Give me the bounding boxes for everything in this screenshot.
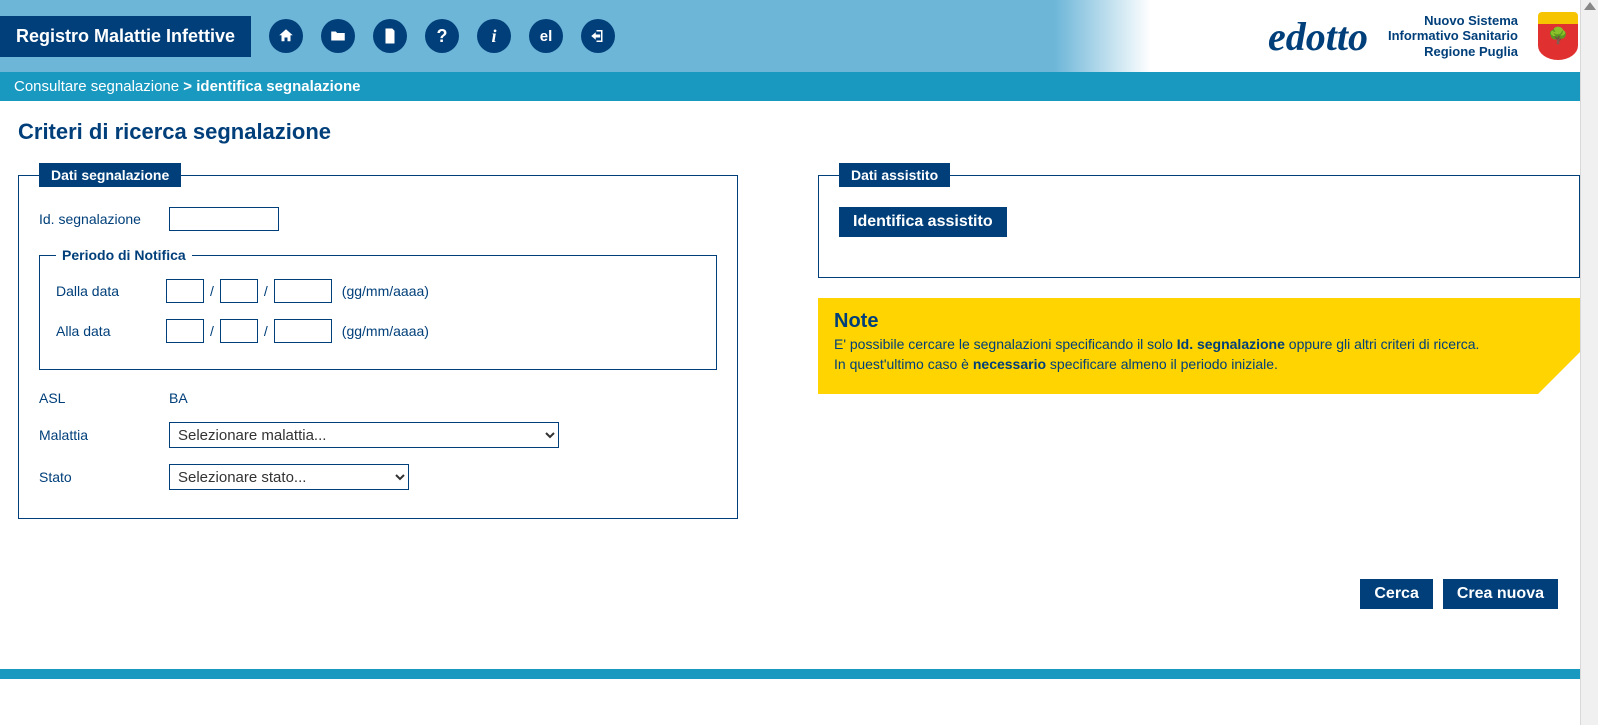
page-title: Criteri di ricerca segnalazione [18, 119, 1580, 145]
folder-icon[interactable] [321, 19, 355, 53]
note-title: Note [834, 310, 1564, 333]
label-id-segnalazione: Id. segnalazione [39, 211, 169, 227]
breadcrumb: Consultare segnalazione > identifica seg… [0, 72, 1598, 101]
breadcrumb-sep: > [183, 78, 192, 95]
input-alla-aaaa[interactable] [274, 319, 332, 343]
edotto-logo: edotto [1268, 13, 1368, 60]
sep-slash: / [264, 283, 268, 299]
logo-zone: edotto Nuovo Sistema Informativo Sanitar… [1268, 12, 1598, 60]
input-id-segnalazione[interactable] [169, 207, 279, 231]
fieldset-periodo-notifica: Periodo di Notifica Dalla data / / (gg/m… [39, 247, 717, 370]
create-new-button[interactable]: Crea nuova [1443, 579, 1558, 609]
toolbar: ? i el [269, 19, 615, 53]
legend-periodo: Periodo di Notifica [56, 247, 192, 263]
select-stato[interactable]: Selezionare stato... [169, 464, 409, 490]
scroll-up-icon[interactable] [1584, 2, 1596, 10]
fieldset-assistito: Dati assistito Identifica assistito [818, 163, 1580, 278]
note-body: E' possibile cercare le segnalazioni spe… [834, 335, 1564, 374]
identify-assistito-button[interactable]: Identifica assistito [839, 207, 1007, 237]
label-asl: ASL [39, 390, 169, 406]
hint-date-format: (gg/mm/aaaa) [342, 283, 429, 299]
content: Dati segnalazione Id. segnalazione Perio… [0, 163, 1598, 579]
sis-line2: Informativo Sanitario [1388, 28, 1518, 44]
sis-line1: Nuovo Sistema [1388, 13, 1518, 29]
note-line2b: necessario [973, 356, 1046, 372]
sis-text: Nuovo Sistema Informativo Sanitario Regi… [1388, 13, 1518, 60]
sep-slash: / [264, 323, 268, 339]
note-line1a: E' possibile cercare le segnalazioni spe… [834, 336, 1177, 352]
note-line1c: oppure gli altri criteri di ricerca. [1285, 336, 1480, 352]
label-alla-data: Alla data [56, 323, 166, 339]
sis-line3: Regione Puglia [1388, 44, 1518, 60]
home-icon[interactable] [269, 19, 303, 53]
breadcrumb-step1: Consultare segnalazione [14, 78, 179, 95]
input-alla-gg[interactable] [166, 319, 204, 343]
select-malattia[interactable]: Selezionare malattia... [169, 422, 559, 448]
document-icon[interactable] [373, 19, 407, 53]
region-crest-icon [1538, 12, 1578, 60]
legend-segnalazione: Dati segnalazione [39, 163, 181, 187]
note-fold-icon [1538, 352, 1580, 394]
input-dalla-mm[interactable] [220, 279, 258, 303]
label-malattia: Malattia [39, 427, 169, 443]
input-dalla-gg[interactable] [166, 279, 204, 303]
sep-slash: / [210, 323, 214, 339]
note-box: Note E' possibile cercare le segnalazion… [818, 298, 1580, 394]
value-asl: BA [169, 390, 188, 406]
logout-icon[interactable] [581, 19, 615, 53]
help-icon[interactable]: ? [425, 19, 459, 53]
note-line2c: specificare almeno il periodo iniziale. [1046, 356, 1278, 372]
app-title: Registro Malattie Infettive [0, 16, 251, 57]
input-dalla-aaaa[interactable] [274, 279, 332, 303]
sep-slash: / [210, 283, 214, 299]
footer-bar [0, 669, 1598, 679]
note-line1b: Id. segnalazione [1177, 336, 1285, 352]
el-icon[interactable]: el [529, 19, 563, 53]
top-bar: Registro Malattie Infettive ? i el edott… [0, 0, 1598, 72]
scrollbar[interactable] [1580, 0, 1598, 725]
hint-date-format: (gg/mm/aaaa) [342, 323, 429, 339]
breadcrumb-step2: identifica segnalazione [196, 78, 360, 95]
legend-assistito: Dati assistito [839, 163, 950, 187]
search-button[interactable]: Cerca [1360, 579, 1432, 609]
input-alla-mm[interactable] [220, 319, 258, 343]
action-bar: Cerca Crea nuova [0, 579, 1598, 639]
note-line2a: In quest'ultimo caso è [834, 356, 973, 372]
info-icon[interactable]: i [477, 19, 511, 53]
fieldset-segnalazione: Dati segnalazione Id. segnalazione Perio… [18, 163, 738, 519]
label-stato: Stato [39, 469, 169, 485]
label-dalla-data: Dalla data [56, 283, 166, 299]
